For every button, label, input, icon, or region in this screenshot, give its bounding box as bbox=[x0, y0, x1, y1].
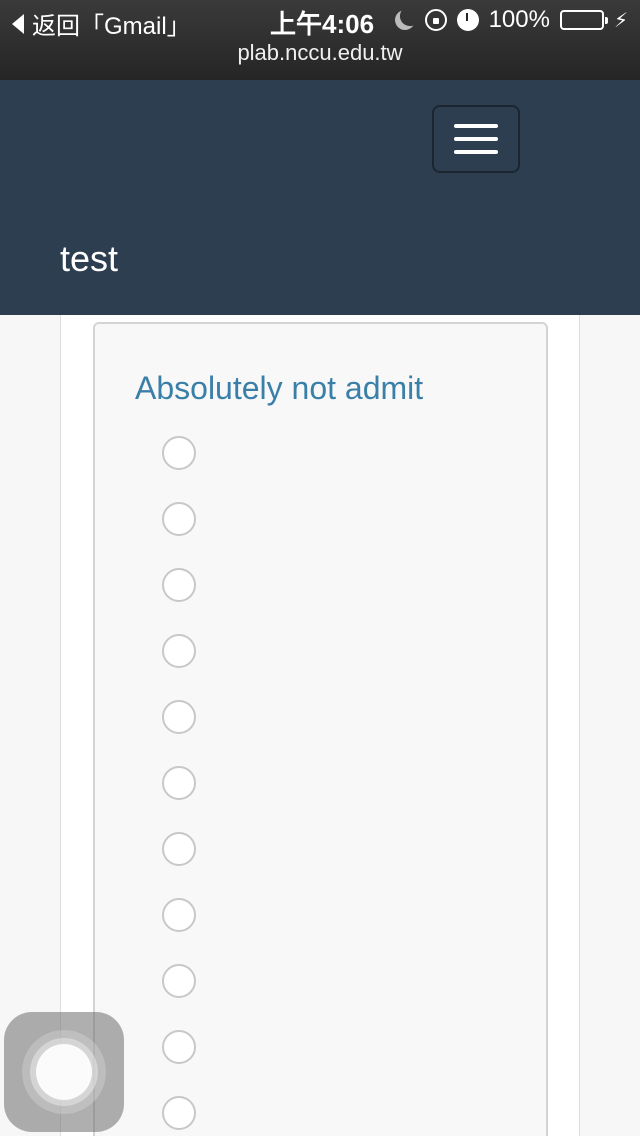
question-card: Absolutely not admit bbox=[93, 322, 548, 1136]
menu-toggle-button[interactable] bbox=[432, 105, 520, 173]
radio-option-2[interactable] bbox=[162, 502, 196, 536]
status-time: 上午4:06 bbox=[270, 9, 375, 39]
page-url: plab.nccu.edu.tw bbox=[237, 40, 403, 65]
hamburger-menu-icon bbox=[454, 124, 498, 128]
radio-option-9[interactable] bbox=[162, 964, 196, 998]
radio-option-8[interactable] bbox=[162, 898, 196, 932]
radio-option-5[interactable] bbox=[162, 700, 196, 734]
radio-option-10[interactable] bbox=[162, 1030, 196, 1064]
battery-icon bbox=[559, 10, 608, 30]
battery-percent: 100% bbox=[488, 6, 550, 33]
assistive-touch-icon bbox=[36, 1044, 92, 1100]
back-label: 返回「Gmail」 bbox=[32, 13, 191, 40]
alarm-icon bbox=[456, 9, 479, 31]
back-arrow-icon bbox=[12, 13, 24, 34]
assistive-touch-button[interactable] bbox=[4, 1012, 124, 1132]
site-header: test bbox=[0, 80, 640, 315]
orientation-lock-icon bbox=[424, 9, 447, 31]
charging-bolt-icon: ⚡ bbox=[613, 9, 628, 32]
question-title: Absolutely not admit bbox=[135, 370, 424, 406]
status-icons: 100% ⚡ bbox=[395, 6, 628, 34]
radio-option-11[interactable] bbox=[162, 1096, 196, 1130]
status-bar: 返回「Gmail」 上午4:06 100% ⚡ plab.nccu.edu.tw bbox=[0, 0, 640, 80]
back-to-gmail[interactable]: 返回「Gmail」 bbox=[12, 6, 191, 41]
radio-option-7[interactable] bbox=[162, 832, 196, 866]
radio-option-3[interactable] bbox=[162, 568, 196, 602]
site-title: test bbox=[60, 238, 119, 279]
moon-icon bbox=[392, 7, 418, 33]
radio-option-4[interactable] bbox=[162, 634, 196, 668]
radio-option-1[interactable] bbox=[162, 436, 196, 470]
radio-option-6[interactable] bbox=[162, 766, 196, 800]
